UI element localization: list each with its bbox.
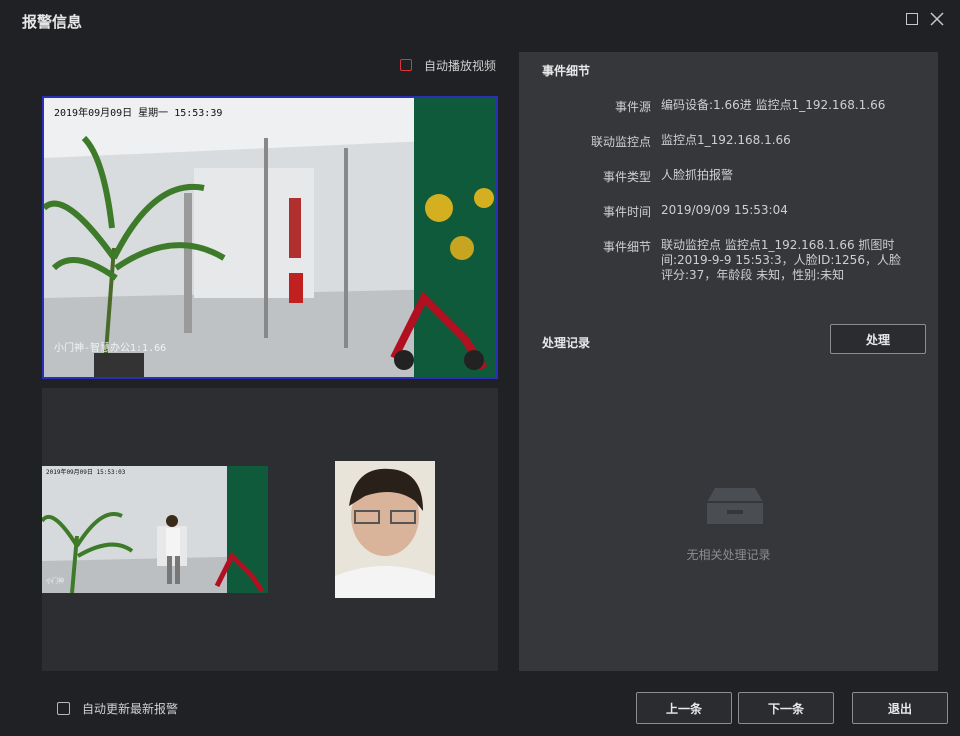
face-thumbnail-image	[335, 461, 435, 598]
autoplay-label: 自动播放视频	[424, 58, 497, 73]
empty-tray-icon	[705, 486, 765, 530]
close-icon[interactable]	[930, 12, 944, 26]
maximize-icon[interactable]	[906, 13, 918, 25]
window-title: 报警信息	[22, 13, 83, 31]
previous-button[interactable]: 上一条	[636, 692, 732, 724]
exit-button[interactable]: 退出	[852, 692, 948, 724]
auto-update-checkbox-box[interactable]	[57, 702, 70, 715]
video-channel-name: 小门神-智慧办公1:1.66	[54, 343, 167, 354]
detail-value-source: 编码设备:1.66进 监控点1_192.168.1.66	[661, 98, 886, 112]
process-button[interactable]: 处理	[830, 324, 926, 354]
next-button[interactable]: 下一条	[738, 692, 834, 724]
auto-update-checkbox[interactable]: 自动更新最新报警	[57, 700, 178, 717]
event-detail-panel: 事件细节 事件源 编码设备:1.66进 监控点1_192.168.1.66 联动…	[519, 52, 938, 671]
title-bar: 报警信息	[0, 0, 960, 40]
detail-label-source: 事件源	[614, 100, 651, 114]
office-scene-image	[44, 98, 496, 377]
event-detail-title: 事件细节	[542, 64, 591, 78]
main-video-snapshot[interactable]: 2019年09月09日 星期一 15:53:39 小门神-智慧办公1:1.66	[42, 96, 498, 379]
scene-thumbnail-image	[42, 466, 268, 593]
records-title: 处理记录	[542, 336, 591, 350]
auto-update-label: 自动更新最新报警	[82, 702, 179, 716]
detail-label-linked-point: 联动监控点	[590, 135, 651, 149]
detail-value-event-time: 2019/09/09 15:53:04	[661, 203, 788, 217]
face-thumbnail[interactable]	[335, 461, 435, 598]
detail-value-event-type: 人脸抓拍报警	[661, 168, 734, 182]
detail-label-event-type: 事件类型	[602, 170, 651, 184]
detail-label-event-detail: 事件细节	[602, 240, 651, 254]
scene-thumbnail-timestamp: 2019年09月09日 15:53:03	[46, 469, 126, 476]
detail-label-event-time: 事件时间	[602, 205, 651, 219]
snapshot-thumbnails: 2019年09月09日 15:53:03 小门神	[42, 388, 498, 671]
scene-thumbnail[interactable]: 2019年09月09日 15:53:03 小门神	[42, 466, 268, 593]
scene-thumbnail-channel: 小门神	[46, 578, 65, 585]
autoplay-checkbox[interactable]: 自动播放视频	[400, 56, 496, 74]
detail-value-event-detail: 联动监控点 监控点1_192.168.1.66 抓图时间:2019-9-9 15…	[661, 238, 901, 282]
detail-value-linked-point: 监控点1_192.168.1.66	[661, 133, 791, 147]
autoplay-checkbox-box[interactable]	[400, 59, 412, 71]
video-timestamp: 2019年09月09日 星期一 15:53:39	[54, 108, 223, 119]
records-empty-text: 无相关处理记录	[686, 548, 771, 562]
